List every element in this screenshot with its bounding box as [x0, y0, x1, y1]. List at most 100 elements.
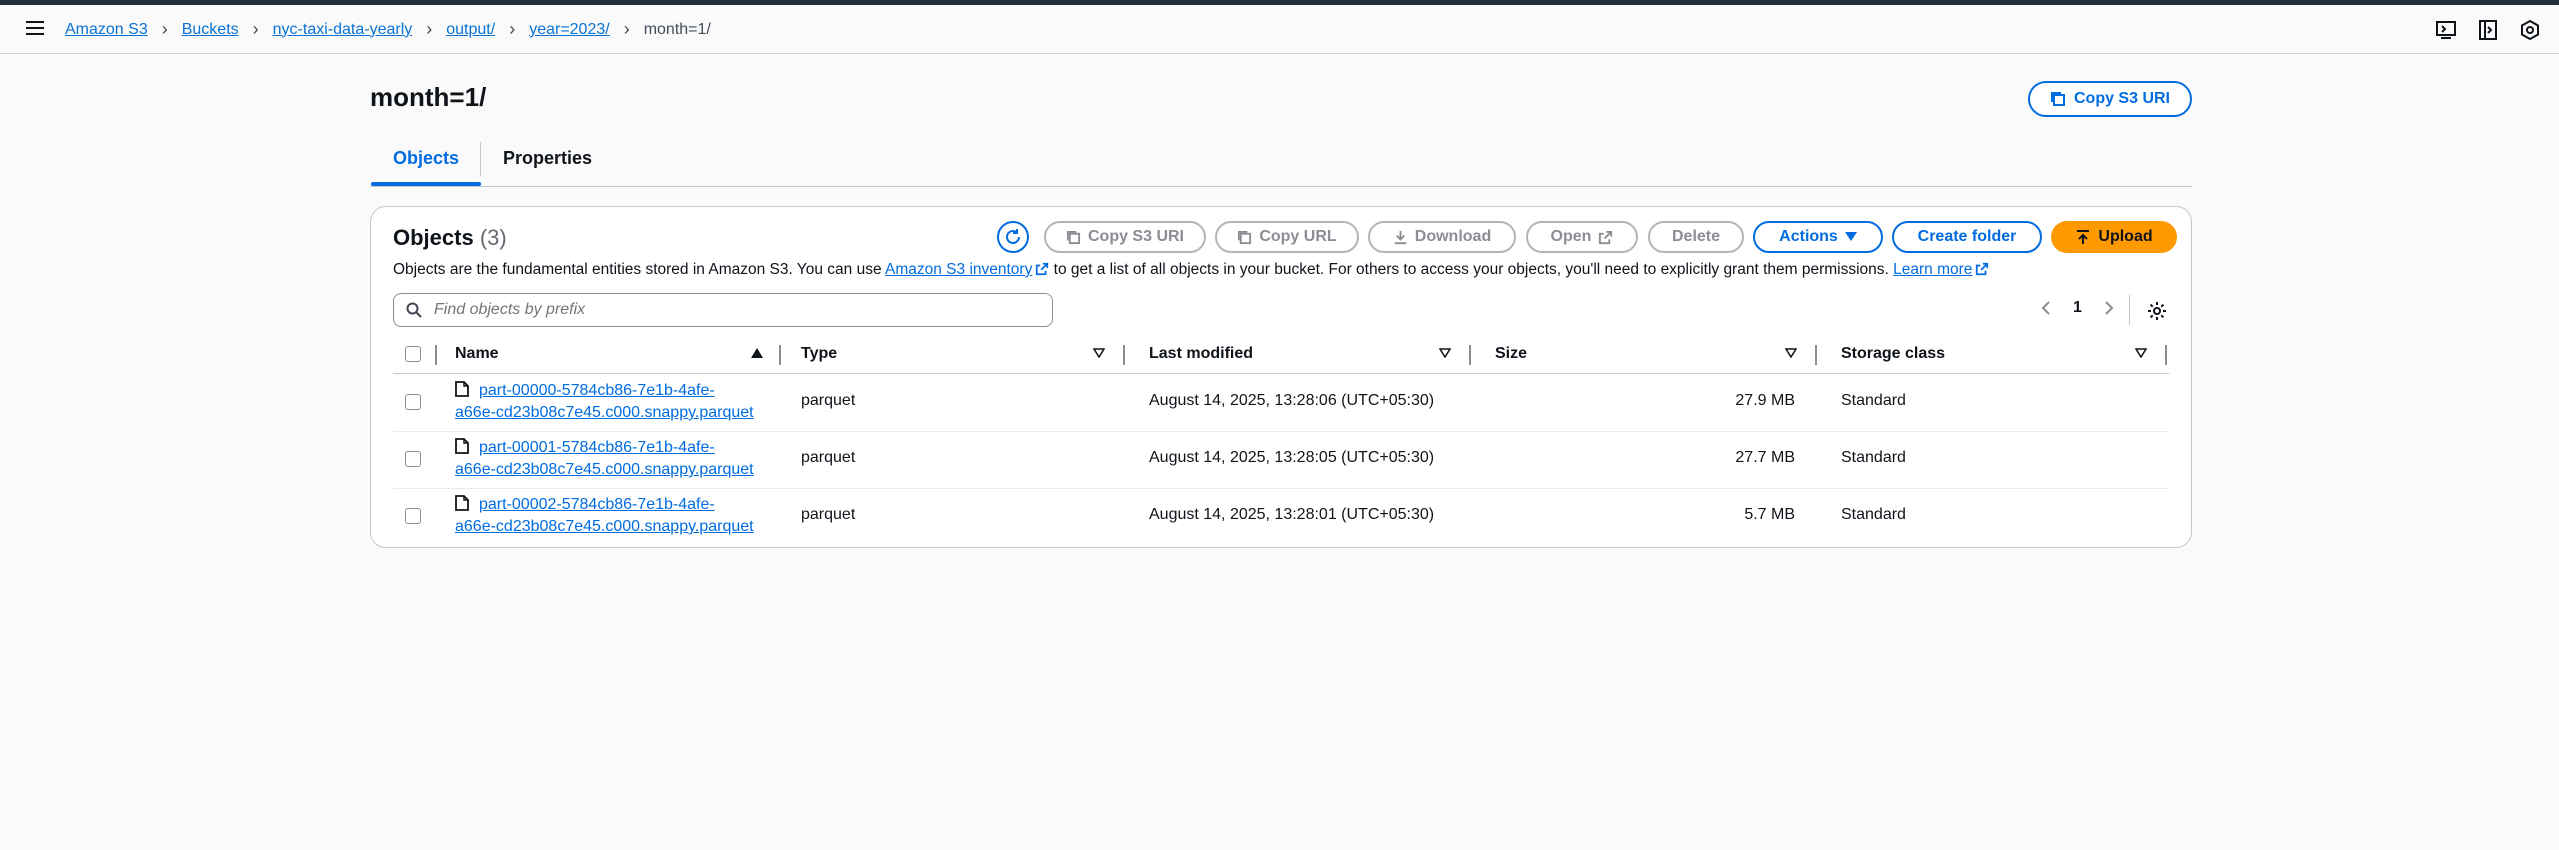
external-link-icon — [1599, 230, 1613, 244]
breadcrumb-output[interactable]: output/ — [446, 21, 495, 39]
column-resizer[interactable] — [435, 345, 437, 365]
refresh-button[interactable] — [997, 221, 1029, 253]
object-name-link[interactable]: part-00002-5784cb86-7e1b-4afe- — [479, 496, 715, 513]
copy-url-button[interactable]: Copy URL — [1215, 221, 1359, 253]
column-header-storage-class[interactable]: Storage class — [1841, 345, 1945, 363]
column-resizer[interactable] — [2165, 345, 2167, 365]
chevron-right-icon: › — [161, 19, 168, 39]
copy-icon — [1066, 230, 1081, 244]
copy-icon — [2050, 92, 2065, 106]
object-type: parquet — [801, 449, 856, 466]
breadcrumb-bucket[interactable]: nyc-taxi-data-yearly — [273, 21, 413, 39]
object-name: part-00001-5784cb86-7e1b-4afe-a66e-cd23b… — [455, 437, 775, 481]
row-checkbox[interactable] — [405, 451, 421, 467]
search-icon — [406, 302, 422, 318]
sort-icon[interactable] — [1093, 348, 1105, 358]
chevron-right-icon[interactable] — [2104, 300, 2114, 316]
column-header-last-modified[interactable]: Last modified — [1149, 345, 1253, 363]
object-name-link[interactable]: a66e-cd23b08c7e45.c000.snappy.parquet — [455, 518, 754, 535]
inventory-link[interactable]: Amazon S3 inventory — [885, 261, 1032, 278]
tab-properties[interactable]: Properties — [503, 148, 592, 169]
sort-ascending-icon[interactable] — [751, 348, 763, 358]
settings-hex-icon[interactable] — [2519, 19, 2541, 41]
gear-icon[interactable] — [2147, 301, 2167, 321]
breadcrumb: Amazon S3 › Buckets › nyc-taxi-data-year… — [65, 19, 711, 40]
copy-s3-uri-toolbar-button[interactable]: Copy S3 URI — [1044, 221, 1206, 253]
column-resizer[interactable] — [1469, 345, 1471, 365]
object-size: 27.9 MB — [1735, 392, 1795, 409]
object-type: parquet — [801, 506, 856, 523]
chevron-right-icon: › — [426, 19, 433, 39]
create-folder-button[interactable]: Create folder — [1892, 221, 2042, 253]
object-size: 27.7 MB — [1735, 449, 1795, 466]
page-title: month=1/ — [370, 82, 487, 112]
objects-count: (3) — [479, 225, 507, 250]
objects-panel: Objects (3) Copy S3 URI Copy URL Downloa… — [370, 206, 2192, 548]
row-checkbox[interactable] — [405, 508, 421, 524]
object-last-modified: August 14, 2025, 13:28:06 (UTC+05:30) — [1149, 392, 1435, 409]
delete-button[interactable]: Delete — [1648, 221, 1744, 253]
cloudshell-icon[interactable] — [2435, 19, 2457, 41]
chevron-right-icon: › — [252, 19, 259, 39]
caret-down-icon — [1844, 232, 1857, 241]
tab-divider — [480, 142, 481, 176]
select-all-checkbox[interactable] — [405, 346, 421, 362]
page-number[interactable]: 1 — [2073, 299, 2082, 317]
copy-s3-uri-button[interactable]: Copy S3 URI — [2028, 81, 2192, 117]
sort-icon[interactable] — [1439, 348, 1451, 358]
delete-label: Delete — [1671, 228, 1721, 245]
object-name-link[interactable]: a66e-cd23b08c7e45.c000.snappy.parquet — [455, 461, 754, 478]
download-button[interactable]: Download — [1368, 221, 1516, 253]
column-resizer[interactable] — [779, 345, 781, 365]
download-label: Download — [1414, 228, 1492, 245]
panel-icon[interactable] — [2477, 19, 2499, 41]
file-icon — [455, 438, 469, 454]
tab-objects[interactable]: Objects — [370, 148, 482, 186]
learn-more-link[interactable]: Learn more — [1893, 261, 1972, 278]
object-name-link[interactable]: a66e-cd23b08c7e45.c000.snappy.parquet — [455, 404, 754, 421]
column-header-name[interactable]: Name — [455, 345, 499, 363]
chevron-right-icon: › — [623, 19, 630, 39]
chevron-left-icon[interactable] — [2041, 300, 2051, 316]
objects-description: Objects are the fundamental entities sto… — [393, 261, 1989, 279]
column-header-size[interactable]: Size — [1495, 345, 1527, 363]
column-header-type[interactable]: Type — [801, 345, 837, 363]
description-pre: Objects are the fundamental entities sto… — [393, 261, 882, 278]
breadcrumb-current: month=1/ — [643, 20, 711, 38]
objects-title: Objects (3) — [393, 225, 507, 251]
object-storage-class: Standard — [1841, 449, 1906, 466]
breadcrumb-year[interactable]: year=2023/ — [529, 21, 610, 39]
sort-icon[interactable] — [2135, 348, 2147, 358]
object-name-link[interactable]: part-00001-5784cb86-7e1b-4afe- — [479, 439, 715, 456]
object-name: part-00002-5784cb86-7e1b-4afe-a66e-cd23b… — [455, 494, 775, 538]
pager-divider — [2129, 295, 2130, 325]
upload-label: Upload — [2098, 228, 2153, 245]
top-navigation: Amazon S3 › Buckets › nyc-taxi-data-year… — [0, 5, 2559, 54]
header-icons — [2435, 19, 2541, 41]
table-row: part-00000-5784cb86-7e1b-4afe-a66e-cd23b… — [393, 374, 2169, 432]
tabs: Objects Properties — [370, 140, 2192, 187]
breadcrumb-amazon-s3[interactable]: Amazon S3 — [65, 21, 148, 39]
table-row: part-00002-5784cb86-7e1b-4afe-a66e-cd23b… — [393, 488, 2169, 545]
row-checkbox[interactable] — [405, 394, 421, 410]
menu-icon[interactable] — [26, 21, 44, 37]
open-button[interactable]: Open — [1526, 221, 1638, 253]
column-resizer[interactable] — [1123, 345, 1125, 365]
actions-label: Actions — [1779, 228, 1838, 245]
copy-url-label: Copy URL — [1259, 228, 1337, 245]
actions-dropdown[interactable]: Actions — [1753, 221, 1883, 253]
download-icon — [1394, 230, 1406, 244]
external-link-icon — [1036, 262, 1049, 276]
object-name-link[interactable]: part-00000-5784cb86-7e1b-4afe- — [479, 382, 715, 399]
open-label: Open — [1550, 228, 1592, 245]
upload-button[interactable]: Upload — [2051, 221, 2177, 253]
table-row: part-00001-5784cb86-7e1b-4afe-a66e-cd23b… — [393, 431, 2169, 489]
breadcrumb-buckets[interactable]: Buckets — [182, 21, 239, 39]
copy-icon — [1238, 230, 1252, 244]
copy-s3-uri-toolbar-label: Copy S3 URI — [1087, 228, 1184, 245]
column-resizer[interactable] — [1815, 345, 1817, 365]
file-icon — [455, 495, 469, 511]
sort-icon[interactable] — [1785, 348, 1797, 358]
upload-icon — [2077, 230, 2090, 244]
search-input[interactable] — [432, 294, 1036, 326]
